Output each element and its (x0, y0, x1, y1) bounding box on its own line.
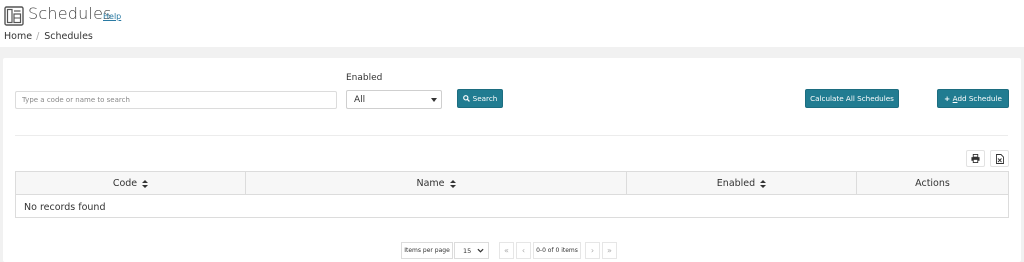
search-icon (462, 95, 470, 102)
sort-icon (760, 179, 767, 188)
add-schedule-button[interactable]: + Add Schedule (937, 89, 1009, 108)
excel-export-icon (995, 153, 1004, 164)
enabled-filter-select[interactable]: All (346, 90, 442, 109)
search-button[interactable]: Search (457, 89, 503, 108)
calculate-all-schedules-button[interactable]: Calculate All Schedules (805, 89, 899, 108)
column-header-actions: Actions (915, 178, 950, 189)
chevron-down-icon (477, 248, 484, 253)
column-header-enabled[interactable]: Enabled (627, 172, 857, 195)
print-button[interactable] (966, 150, 985, 167)
first-page-button[interactable]: « (499, 242, 514, 259)
empty-table-message: No records found (24, 202, 106, 213)
add-schedule-label: + Add Schedule (944, 94, 1002, 103)
schedule-icon (4, 6, 24, 26)
breadcrumb-current: Schedules (44, 31, 93, 42)
column-header-name[interactable]: Name (246, 172, 627, 195)
page-header: Schedules Help Home / Schedules (0, 0, 1024, 48)
breadcrumb-separator: / (36, 31, 40, 42)
search-button-label: Search (472, 94, 498, 103)
schedules-table: Code Name Enabled Actions No records fou… (15, 171, 1009, 218)
plus-icon: + (944, 94, 953, 103)
page-title: Schedules (28, 4, 112, 23)
column-header-code[interactable]: Code (16, 172, 246, 195)
sort-icon (449, 179, 456, 188)
help-link[interactable]: Help (103, 12, 121, 21)
table-header: Code Name Enabled Actions (16, 172, 1008, 195)
items-per-page-value: 15 (463, 246, 472, 255)
items-per-page-label: Items per page (401, 242, 453, 259)
next-page-button[interactable]: › (585, 242, 600, 259)
enabled-filter-label: Enabled (346, 73, 383, 83)
print-icon (971, 154, 980, 163)
breadcrumb-home[interactable]: Home (4, 31, 32, 42)
enabled-filter-value: All (354, 95, 366, 105)
export-excel-button[interactable] (990, 150, 1009, 167)
last-page-button[interactable]: » (602, 242, 617, 259)
search-input[interactable] (15, 91, 337, 109)
sort-icon (142, 179, 149, 188)
previous-page-button[interactable]: ‹ (516, 242, 531, 259)
divider (15, 135, 1008, 136)
calculate-all-label: Calculate All Schedules (810, 94, 894, 103)
breadcrumb: Home / Schedules (4, 31, 93, 42)
caret-down-icon (431, 98, 437, 102)
pagination-info: 0-0 of 0 items (533, 242, 581, 259)
items-per-page-select[interactable]: 15 (454, 242, 489, 259)
